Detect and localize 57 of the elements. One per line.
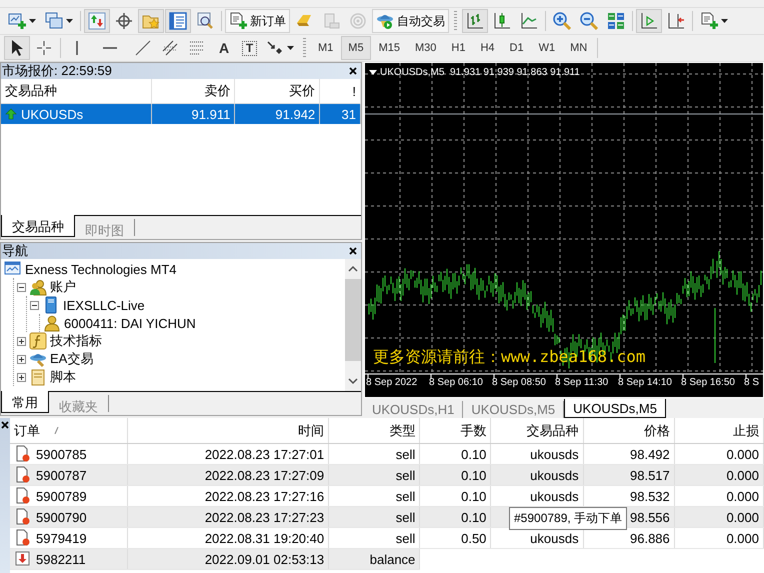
chart-legend: UKOUSDs,M5 91.931 91.939 91.863 91.911: [380, 67, 580, 78]
table-cell: 5900789: [36, 488, 87, 504]
timeframe-button[interactable]: H1: [444, 36, 472, 60]
chart-tab[interactable]: UKOUSDs,M5: [564, 399, 666, 418]
timeframe-button[interactable]: M15: [372, 36, 407, 60]
tree-item[interactable]: 6000411: DAI YICHUN: [64, 316, 196, 330]
timeframe-button[interactable]: H4: [473, 36, 502, 60]
table-cell: balance: [328, 548, 420, 570]
quote-row[interactable]: UKOUSDs 91.911 91.942 31: [1, 104, 360, 124]
table-cell: 5979419: [36, 530, 87, 546]
table-cell: 5900785: [36, 446, 87, 462]
table-cell: 5982211: [36, 552, 86, 566]
tree-item[interactable]: EA交易: [50, 350, 94, 368]
timeframe-button[interactable]: MN: [563, 36, 594, 60]
tooltip: #5900789, 手动下单: [509, 507, 628, 530]
table-cell: ukousds: [490, 464, 584, 486]
tree-item[interactable]: 账户: [50, 278, 76, 296]
tree-item[interactable]: 技术指标: [50, 332, 102, 350]
column-header[interactable]: 价格: [583, 418, 674, 444]
column-header[interactable]: 时间: [127, 418, 329, 444]
table-cell: 0.10: [420, 506, 491, 528]
timeframe-button[interactable]: M1: [311, 36, 340, 60]
column-header[interactable]: 订单: [10, 418, 128, 444]
table-cell: sell: [328, 464, 420, 486]
timeframe-button[interactable]: W1: [532, 36, 562, 60]
column-header[interactable]: 类型: [328, 418, 420, 444]
column-header[interactable]: 止损: [674, 418, 764, 444]
table-cell: 91.911: [152, 104, 235, 124]
table-cell: 2022.08.23 17:27:09: [127, 464, 329, 486]
table-cell: 5900787: [36, 468, 87, 482]
panel-tab[interactable]: 交易品种: [1, 215, 75, 237]
table-cell: 2022.09.01 02:53:13: [127, 548, 329, 570]
table-cell: 98.517: [583, 464, 674, 486]
table-cell: 0.000: [674, 506, 764, 528]
column-header[interactable]: 手数: [420, 418, 491, 444]
table-cell: UKOUSDs: [21, 106, 84, 122]
panel-title: 导航: [2, 243, 28, 260]
table-cell: 2022.08.23 17:27:23: [127, 506, 329, 528]
table-cell: sell: [328, 506, 420, 528]
table-cell: 31: [320, 104, 360, 124]
panel-title: 市场报价: 22:59:59: [2, 63, 112, 80]
table-cell: 0.000: [674, 464, 764, 486]
timeframe-button[interactable]: D1: [502, 36, 531, 60]
tree-item[interactable]: IEXSLLC-Live: [63, 298, 145, 312]
new-order-button[interactable]: 新订单: [225, 9, 290, 33]
table-cell: 0.10: [420, 464, 491, 486]
text-button[interactable]: A: [211, 36, 237, 60]
column-header[interactable]: 交易品种: [490, 418, 584, 444]
label-button[interactable]: T: [238, 36, 261, 60]
tree-item[interactable]: 脚本: [50, 368, 76, 386]
timeframe-button[interactable]: M30: [408, 36, 444, 60]
tree-item[interactable]: Exness Technologies MT4: [25, 262, 177, 276]
panel-tab[interactable]: 常用: [1, 391, 49, 413]
table-cell: 91.942: [234, 104, 320, 124]
timeframe-button[interactable]: M5: [341, 36, 371, 60]
auto-trading-button[interactable]: 自动交易: [372, 9, 449, 33]
table-cell: 5900790: [36, 510, 87, 524]
